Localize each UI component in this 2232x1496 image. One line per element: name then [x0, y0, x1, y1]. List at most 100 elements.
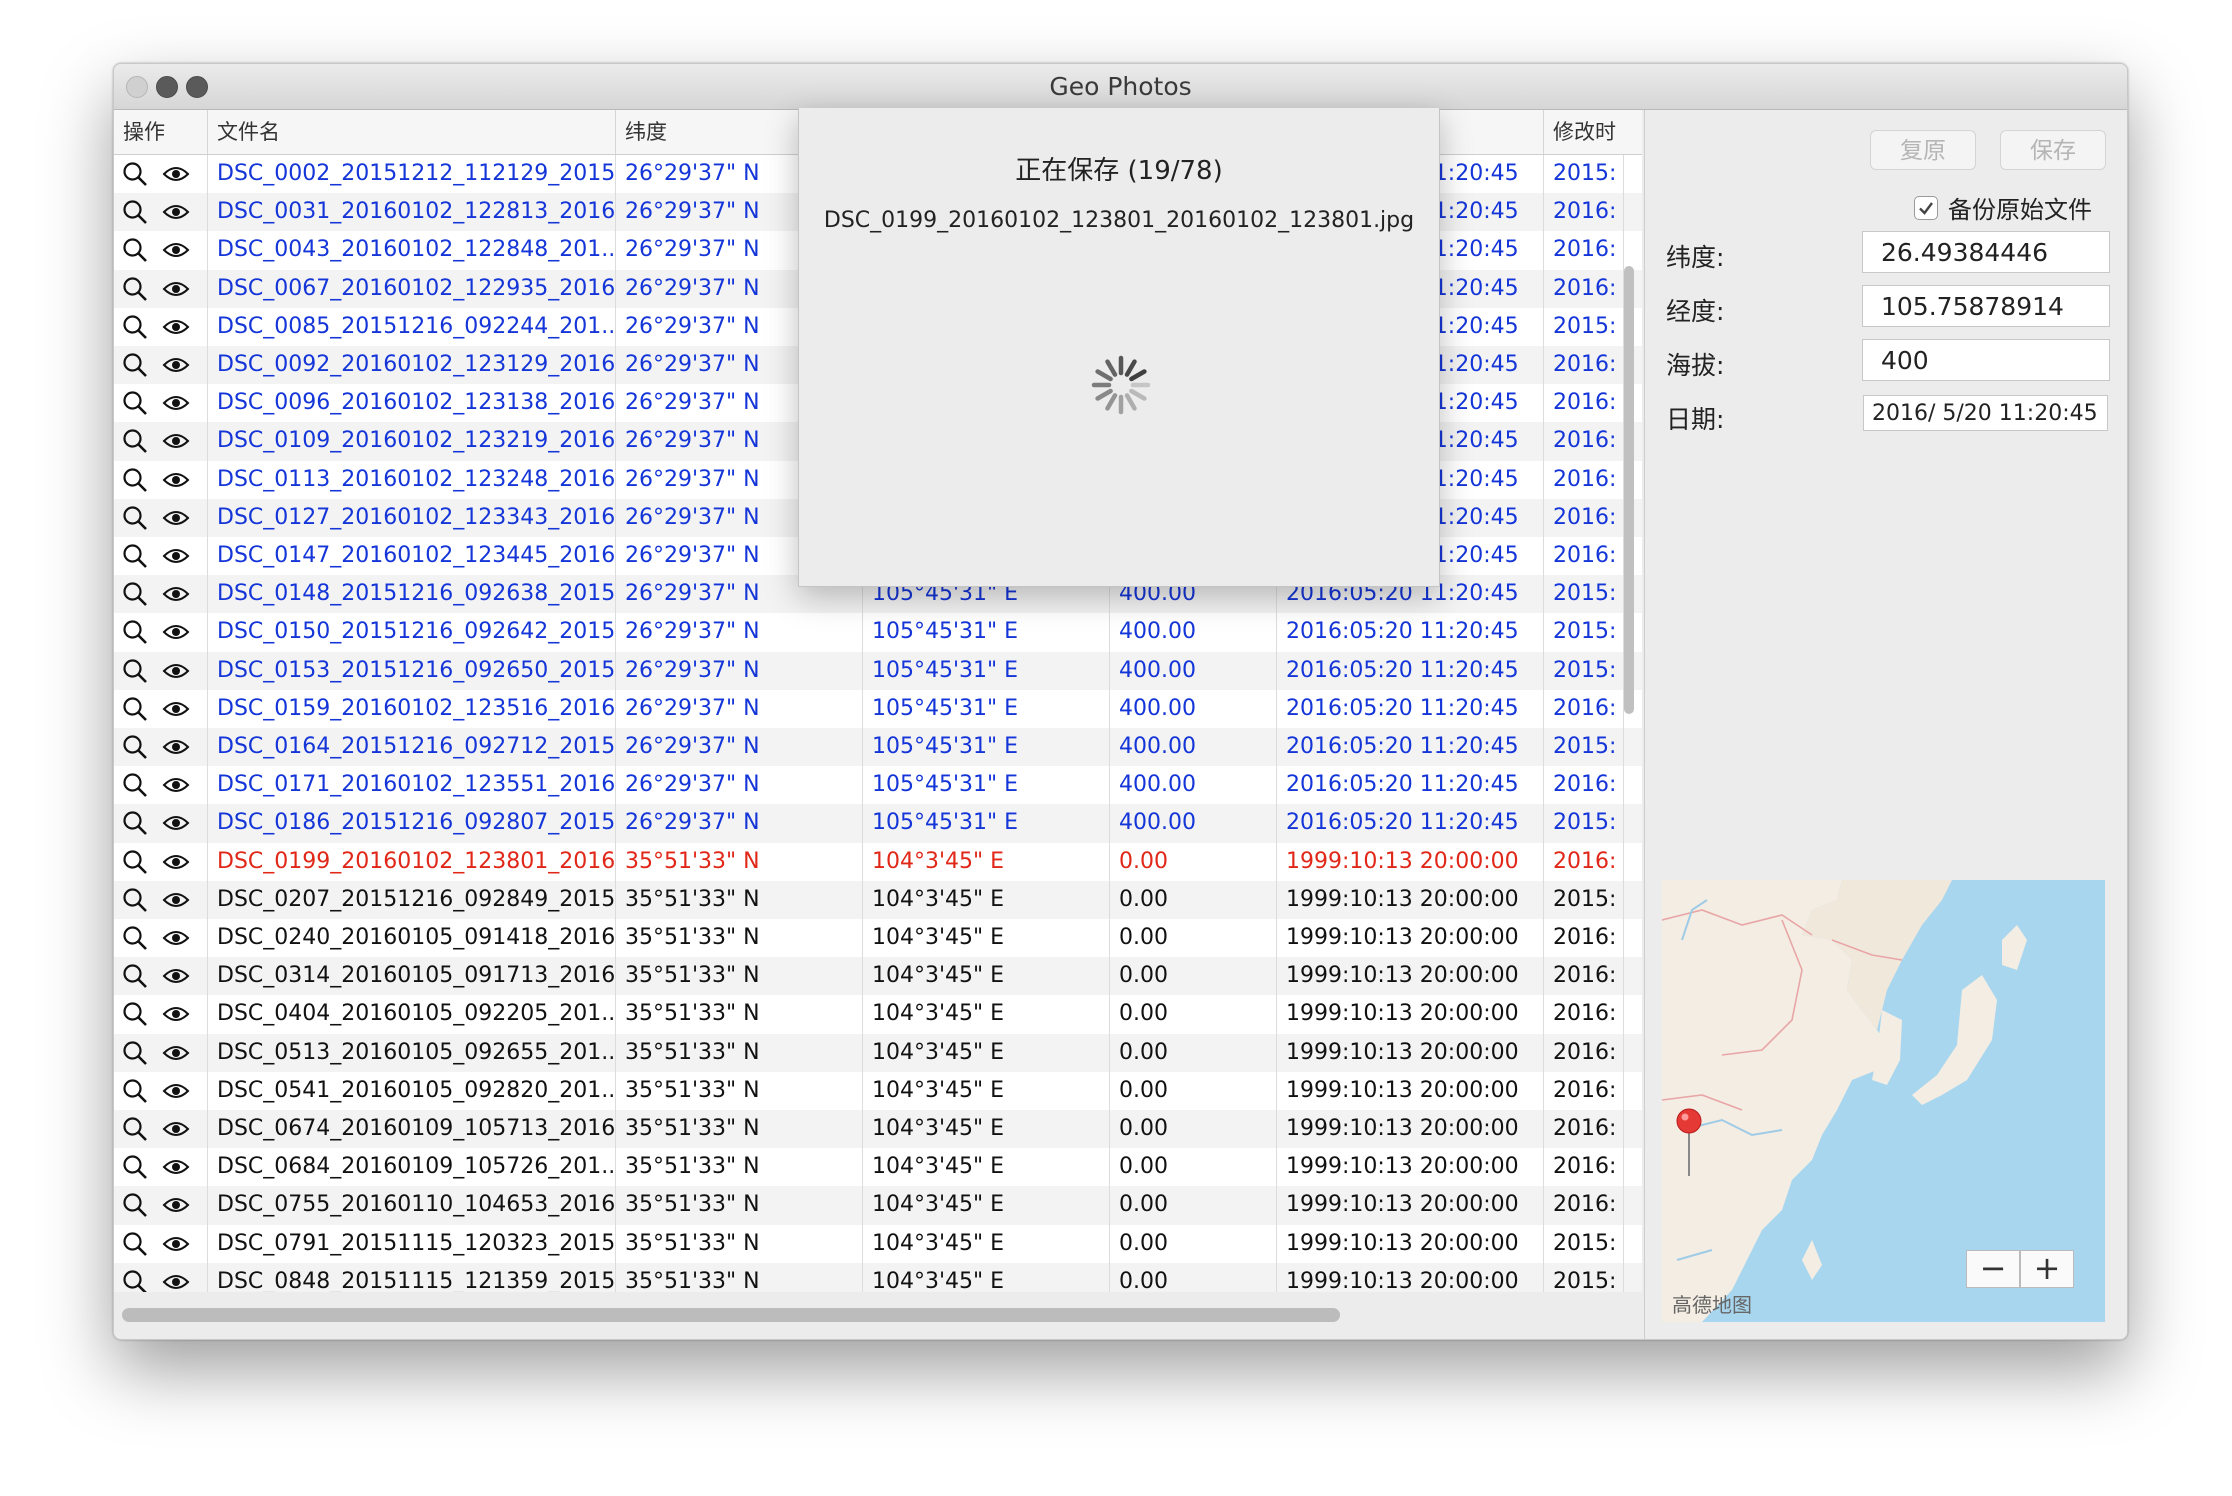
table-row[interactable]: DSC_0159_20160102_123516_2016... 26°29'37… — [114, 689, 1642, 728]
vertical-scroll-thumb[interactable] — [1624, 266, 1634, 714]
eye-icon[interactable] — [162, 928, 190, 948]
table-row[interactable]: DSC_0404_20160105_092205_201... 35°51'33"… — [114, 995, 1642, 1034]
magnifier-icon[interactable] — [122, 734, 148, 760]
eye-icon[interactable] — [162, 622, 190, 642]
table-row[interactable]: DSC_0684_20160109_105726_201... 35°51'33"… — [114, 1148, 1642, 1187]
eye-icon[interactable] — [162, 1043, 190, 1063]
table-row[interactable]: DSC_0150_20151216_092642_2015... 26°29'37… — [114, 613, 1642, 652]
zoom-in-button[interactable]: + — [2020, 1250, 2074, 1288]
altitude-cell: 0.00 — [1110, 1071, 1277, 1110]
altitude-field[interactable]: 400 — [1862, 339, 2110, 381]
magnifier-icon[interactable] — [122, 1078, 148, 1104]
table-row[interactable]: DSC_0240_20160105_091418_2016... 35°51'33… — [114, 919, 1642, 958]
magnifier-icon[interactable] — [122, 1040, 148, 1066]
magnifier-icon[interactable] — [122, 581, 148, 607]
header-modified[interactable]: 修改时 — [1544, 110, 1624, 154]
magnifier-icon[interactable] — [122, 276, 148, 302]
eye-icon[interactable] — [162, 202, 190, 222]
magnifier-icon[interactable] — [122, 390, 148, 416]
map-view[interactable]: − + 高德地图 — [1662, 880, 2105, 1322]
table-row[interactable]: DSC_0513_20160105_092655_201... 35°51'33"… — [114, 1033, 1642, 1072]
table-row[interactable]: DSC_0674_20160109_105713_2016... 35°51'33… — [114, 1110, 1642, 1149]
vertical-scrollbar[interactable] — [1622, 154, 1636, 1292]
magnifier-icon[interactable] — [122, 237, 148, 263]
magnifier-icon[interactable] — [122, 658, 148, 684]
magnifier-icon[interactable] — [122, 619, 148, 645]
magnifier-icon[interactable] — [122, 810, 148, 836]
eye-icon[interactable] — [162, 1272, 190, 1292]
magnifier-icon[interactable] — [122, 467, 148, 493]
zoom-out-button[interactable]: − — [1966, 1250, 2020, 1288]
eye-icon[interactable] — [162, 470, 190, 490]
longitude-cell: 105°45'31" E — [863, 804, 1110, 843]
eye-icon[interactable] — [162, 1157, 190, 1177]
horizontal-scrollbar[interactable] — [114, 1292, 1642, 1338]
eye-icon[interactable] — [162, 240, 190, 260]
magnifier-icon[interactable] — [122, 161, 148, 187]
eye-icon[interactable] — [162, 775, 190, 795]
magnifier-icon[interactable] — [122, 199, 148, 225]
magnifier-icon[interactable] — [122, 696, 148, 722]
eye-icon[interactable] — [162, 813, 190, 833]
latitude-field[interactable]: 26.49384446 — [1862, 231, 2110, 273]
eye-icon[interactable] — [162, 1234, 190, 1254]
eye-icon[interactable] — [162, 1081, 190, 1101]
table-row[interactable]: DSC_0171_20160102_123551_2016... 26°29'37… — [114, 766, 1642, 805]
magnifier-icon[interactable] — [122, 1269, 148, 1292]
filename-cell: DSC_0092_20160102_123129_2016... — [208, 346, 616, 385]
eye-icon[interactable] — [162, 661, 190, 681]
header-filename[interactable]: 文件名 — [208, 110, 616, 154]
table-row[interactable]: DSC_0314_20160105_091713_2016... 35°51'33… — [114, 957, 1642, 996]
magnifier-icon[interactable] — [122, 925, 148, 951]
table-row[interactable]: DSC_0791_20151115_120323_20151... 35°51'3… — [114, 1224, 1642, 1263]
eye-icon[interactable] — [162, 852, 190, 872]
magnifier-icon[interactable] — [122, 849, 148, 875]
eye-icon[interactable] — [162, 164, 190, 184]
magnifier-icon[interactable] — [122, 1116, 148, 1142]
magnifier-icon[interactable] — [122, 505, 148, 531]
eye-icon[interactable] — [162, 584, 190, 604]
eye-icon[interactable] — [162, 1195, 190, 1215]
date-picker[interactable]: 2016/ 5/20 11:20:45 — [1863, 395, 2108, 431]
magnifier-icon[interactable] — [122, 1154, 148, 1180]
magnifier-icon[interactable] — [122, 1192, 148, 1218]
magnifier-icon[interactable] — [122, 428, 148, 454]
eye-icon[interactable] — [162, 393, 190, 413]
restore-button[interactable]: 复原 — [1870, 130, 1976, 170]
eye-icon[interactable] — [162, 508, 190, 528]
eye-icon[interactable] — [162, 279, 190, 299]
magnifier-icon[interactable] — [122, 543, 148, 569]
table-row[interactable]: DSC_0199_20160102_123801_2016... 35°51'33… — [114, 842, 1642, 881]
eye-icon[interactable] — [162, 890, 190, 910]
eye-icon[interactable] — [162, 1004, 190, 1024]
horizontal-scroll-thumb[interactable] — [122, 1308, 1340, 1322]
eye-icon[interactable] — [162, 317, 190, 337]
magnifier-icon[interactable] — [122, 772, 148, 798]
eye-icon[interactable] — [162, 966, 190, 986]
location-pin-icon[interactable] — [1674, 1108, 1704, 1178]
save-button[interactable]: 保存 — [2000, 130, 2106, 170]
backup-checkbox[interactable]: 备份原始文件 — [1914, 190, 2092, 225]
magnifier-icon[interactable] — [122, 314, 148, 340]
eye-icon[interactable] — [162, 546, 190, 566]
longitude-field[interactable]: 105.75878914 — [1862, 285, 2110, 327]
eye-icon[interactable] — [162, 431, 190, 451]
table-row[interactable]: DSC_0848_20151115_121359_2015... 35°51'33… — [114, 1262, 1642, 1292]
table-row[interactable]: DSC_0755_20160110_104653_2016... 35°51'33… — [114, 1186, 1642, 1225]
header-ops[interactable]: 操作 — [114, 110, 208, 154]
table-row[interactable]: DSC_0186_20151216_092807_2015... 26°29'37… — [114, 804, 1642, 843]
eye-icon[interactable] — [162, 1119, 190, 1139]
magnifier-icon[interactable] — [122, 963, 148, 989]
table-row[interactable]: DSC_0164_20151216_092712_2015... 26°29'37… — [114, 728, 1642, 767]
magnifier-icon[interactable] — [122, 1001, 148, 1027]
eye-icon[interactable] — [162, 737, 190, 757]
table-row[interactable]: DSC_0541_20160105_092820_201... 35°51'33"… — [114, 1071, 1642, 1110]
table-row[interactable]: DSC_0153_20151216_092650_2015... 26°29'37… — [114, 651, 1642, 690]
eye-icon[interactable] — [162, 355, 190, 375]
magnifier-icon[interactable] — [122, 352, 148, 378]
eye-icon[interactable] — [162, 699, 190, 719]
magnifier-icon[interactable] — [122, 887, 148, 913]
table-row[interactable]: DSC_0207_20151216_092849_2015... 35°51'33… — [114, 880, 1642, 919]
magnifier-icon[interactable] — [122, 1231, 148, 1257]
checkbox-box[interactable] — [1914, 195, 1938, 220]
